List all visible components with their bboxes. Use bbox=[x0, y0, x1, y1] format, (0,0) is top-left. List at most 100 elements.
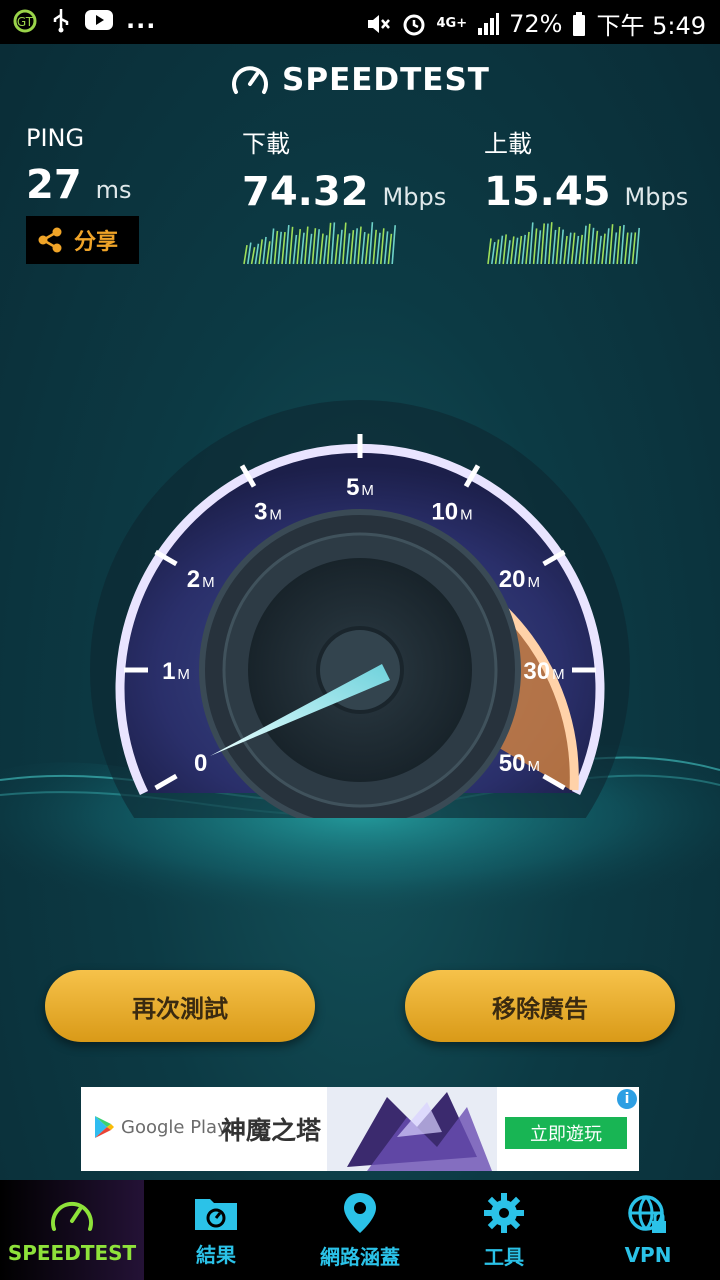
graph-bar bbox=[376, 232, 381, 265]
nav-results[interactable]: 結果 bbox=[144, 1180, 288, 1280]
upload-unit: Mbps bbox=[624, 183, 689, 211]
ad-info-icon[interactable]: i bbox=[617, 1089, 637, 1109]
graph-bar bbox=[315, 229, 320, 265]
graph-bar bbox=[368, 222, 374, 265]
download-unit: Mbps bbox=[382, 183, 447, 211]
graph-bar bbox=[612, 232, 618, 265]
graph-bar bbox=[273, 230, 279, 265]
ad-artwork bbox=[327, 1087, 497, 1171]
share-label: 分享 bbox=[74, 230, 119, 255]
graph-bar bbox=[605, 228, 610, 265]
graph-bar bbox=[586, 223, 591, 265]
download-metric: 下載 74.32 Mbps bbox=[242, 124, 446, 215]
graph-bar bbox=[502, 234, 507, 265]
retest-button[interactable]: 再次測試 bbox=[45, 970, 315, 1042]
usb-icon bbox=[53, 9, 69, 33]
graph-bar bbox=[266, 241, 271, 265]
graph-bar bbox=[345, 233, 351, 265]
graph-bar bbox=[353, 228, 358, 265]
graph-bar bbox=[311, 228, 317, 265]
battery-percent: 72% bbox=[509, 9, 563, 38]
graph-bar bbox=[247, 242, 252, 265]
graph-bar bbox=[506, 240, 511, 265]
graph-bar bbox=[544, 223, 549, 265]
nav-coverage[interactable]: 網路涵蓋 bbox=[288, 1180, 432, 1280]
graph-bar bbox=[616, 226, 621, 265]
graph-bar bbox=[627, 232, 633, 265]
map-pin-icon bbox=[344, 1192, 376, 1233]
nav-vpn-label: VPN bbox=[624, 1243, 672, 1267]
graph-bar bbox=[364, 233, 370, 265]
app-title: SPEEDTEST bbox=[282, 62, 490, 98]
graph-bar bbox=[334, 234, 339, 265]
app-logo: SPEEDTEST bbox=[0, 62, 720, 98]
ad-title: 神魔之塔 bbox=[221, 1116, 322, 1145]
ping-unit: ms bbox=[95, 176, 132, 204]
graph-bar bbox=[601, 233, 606, 265]
nav-tools[interactable]: 工具 bbox=[432, 1180, 576, 1280]
graph-bar bbox=[578, 234, 583, 265]
graph-bar bbox=[391, 225, 396, 265]
svg-text:GT: GT bbox=[17, 15, 34, 29]
graph-bar bbox=[243, 245, 248, 265]
nav-vpn[interactable]: VPN bbox=[576, 1180, 720, 1280]
graph-bar bbox=[357, 226, 362, 265]
graph-bar bbox=[540, 223, 545, 265]
graph-bar bbox=[597, 235, 602, 265]
ping-metric: PING 27 ms bbox=[26, 124, 132, 208]
graph-bar bbox=[536, 230, 542, 265]
graph-bar bbox=[513, 237, 519, 265]
graph-bar bbox=[529, 222, 534, 265]
graph-bar bbox=[570, 232, 576, 265]
graph-bar bbox=[338, 229, 343, 265]
graph-bar bbox=[372, 229, 377, 265]
graph-bar bbox=[292, 234, 298, 265]
graph-bar bbox=[631, 232, 637, 265]
clock: 下午 5:49 bbox=[596, 12, 706, 40]
more-notifications: ... bbox=[126, 6, 157, 34]
upload-label: 上載 bbox=[484, 130, 532, 158]
download-label: 下載 bbox=[242, 130, 290, 158]
graph-bar bbox=[387, 233, 393, 265]
graph-bar bbox=[555, 226, 561, 265]
nav-tools-label: 工具 bbox=[484, 1244, 524, 1269]
graph-bar bbox=[269, 228, 275, 265]
nav-speedtest[interactable]: SPEEDTEST bbox=[0, 1180, 144, 1280]
google-play-icon bbox=[95, 1116, 114, 1138]
graph-bar bbox=[349, 230, 355, 265]
graph-bar bbox=[330, 222, 336, 265]
graph-bar bbox=[510, 236, 515, 265]
upload-metric: 上載 15.45 Mbps bbox=[484, 124, 688, 215]
ad-banner[interactable]: Google Play 神魔之塔 立即遊玩 i bbox=[81, 1087, 639, 1171]
graph-bar bbox=[250, 247, 256, 265]
youtube-icon bbox=[85, 10, 113, 30]
status-bar: GT ... 4G+ 72% 下午 5:49 bbox=[0, 0, 720, 44]
graph-bar bbox=[288, 226, 294, 265]
google-play-badge: Google Play bbox=[93, 1115, 228, 1139]
folder-icon bbox=[195, 1198, 237, 1230]
signal-icon bbox=[478, 12, 500, 35]
graph-bar bbox=[551, 229, 557, 265]
battery-icon bbox=[573, 11, 586, 36]
graph-bar bbox=[254, 243, 260, 265]
remove-ads-button[interactable]: 移除廣告 bbox=[405, 970, 675, 1042]
graph-bar bbox=[258, 239, 263, 265]
graph-bar bbox=[307, 233, 313, 265]
graph-bar bbox=[563, 235, 568, 265]
graph-bar bbox=[300, 232, 305, 265]
graph-bar bbox=[608, 224, 614, 265]
graph-bar bbox=[548, 222, 553, 265]
graph-bar bbox=[323, 235, 328, 265]
ping-label: PING bbox=[26, 124, 85, 152]
share-button[interactable]: 分享 bbox=[26, 216, 139, 264]
gauge-label: 0 bbox=[194, 750, 207, 777]
graph-bar bbox=[532, 228, 538, 265]
app-notification-icon: GT bbox=[13, 9, 37, 33]
ad-play-now-button[interactable]: 立即遊玩 bbox=[505, 1117, 627, 1149]
google-play-label: Google Play bbox=[121, 1116, 228, 1138]
graph-bar bbox=[380, 228, 385, 265]
speedometer-icon bbox=[51, 1201, 93, 1231]
graph-bar bbox=[304, 226, 309, 265]
graph-bar bbox=[525, 231, 530, 265]
graph-bar bbox=[620, 224, 625, 265]
